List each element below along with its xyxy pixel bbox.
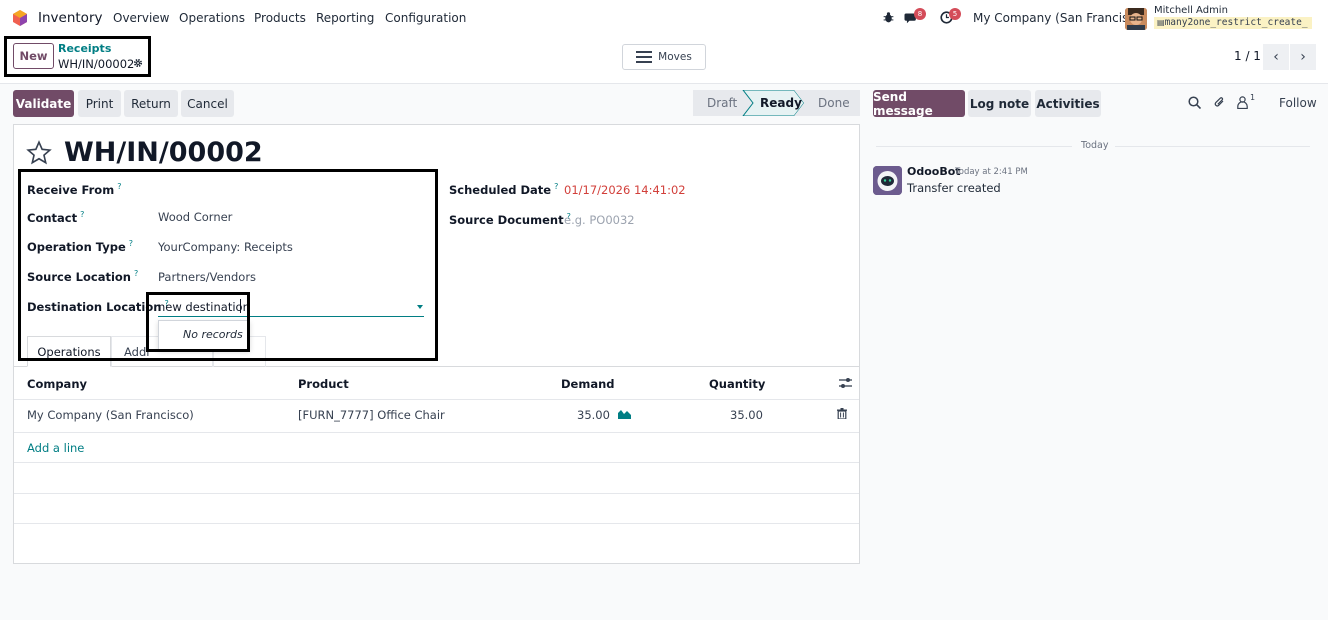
column-product[interactable]: Product: [298, 377, 349, 391]
breadcrumb-receipts[interactable]: Receipts: [58, 42, 111, 55]
gear-icon[interactable]: [133, 58, 143, 68]
header-divider: [14, 399, 859, 400]
pager-value[interactable]: 1 / 1: [1234, 49, 1261, 63]
message-time: Today at 2:41 PM: [955, 167, 1028, 177]
row-divider: [14, 523, 859, 524]
print-button[interactable]: Print: [78, 90, 121, 117]
help-icon[interactable]: ?: [117, 182, 121, 191]
company-switcher[interactable]: My Company (San Francisco): [973, 11, 1147, 25]
top-navbar: Inventory Overview Operations Products R…: [0, 0, 1328, 36]
message-body: Transfer created: [907, 181, 1001, 195]
menu-products[interactable]: Products: [254, 11, 306, 25]
source-document-input[interactable]: e.g. PO0032: [564, 213, 635, 227]
row-divider: [14, 462, 859, 463]
source-location-label: Source Location?: [27, 269, 139, 284]
cancel-button[interactable]: Cancel: [181, 90, 234, 117]
destination-input-underline: [158, 316, 424, 317]
row-company[interactable]: My Company (San Francisco): [27, 408, 194, 422]
stage-draft[interactable]: Draft: [707, 96, 737, 110]
list-icon: [636, 51, 653, 63]
database-icon: ▤: [1157, 18, 1165, 27]
destination-location-label: Destination Location?: [27, 299, 169, 314]
record-title: WH/IN/00002: [64, 137, 263, 168]
caret-down-icon[interactable]: [417, 305, 423, 309]
row-quantity[interactable]: 35.00: [730, 408, 763, 422]
database-name: ▤many2one_restrict_create_: [1154, 17, 1312, 29]
tab-operations[interactable]: Operations: [27, 336, 111, 367]
help-icon[interactable]: ?: [134, 269, 138, 278]
row-product[interactable]: [FURN_7777] Office Chair: [298, 408, 445, 422]
no-records-message: No records: [183, 328, 243, 341]
date-separator: Today: [1081, 140, 1109, 151]
contact-label: Contact?: [27, 210, 85, 225]
source-location-field[interactable]: Partners/Vendors: [158, 270, 256, 284]
operation-type-field[interactable]: YourCompany: Receipts: [158, 240, 293, 254]
app-name[interactable]: Inventory: [38, 10, 102, 26]
activities-badge: 5: [949, 8, 961, 20]
chevron-right-icon: ›: [1300, 49, 1306, 65]
pager-next-button[interactable]: ›: [1290, 44, 1316, 70]
follow-button[interactable]: Follow: [1279, 96, 1317, 110]
date-separator-line-right: [1115, 146, 1310, 147]
scheduled-date-label: Scheduled Date?: [449, 182, 559, 197]
return-button[interactable]: Return: [124, 90, 178, 117]
user-avatar[interactable]: [1125, 8, 1147, 30]
user-name[interactable]: Mitchell Admin: [1154, 5, 1228, 16]
help-icon[interactable]: ?: [129, 239, 133, 248]
column-company[interactable]: Company: [27, 377, 87, 391]
followers-icon[interactable]: [1237, 96, 1248, 109]
stage-ready[interactable]: Ready: [760, 96, 802, 110]
receive-from-label: Receive From?: [27, 182, 122, 197]
star-icon[interactable]: [26, 140, 52, 166]
optional-columns-icon[interactable]: [839, 377, 852, 389]
menu-reporting[interactable]: Reporting: [316, 11, 374, 25]
message-author[interactable]: OdooBot: [907, 165, 961, 178]
followers-count: 1: [1250, 93, 1256, 102]
paperclip-icon[interactable]: [1213, 96, 1226, 109]
row-divider: [14, 432, 859, 433]
destination-location-input[interactable]: new destination: [158, 300, 250, 314]
scheduled-date-field[interactable]: 01/17/2026 14:41:02: [564, 183, 686, 197]
column-demand[interactable]: Demand: [561, 377, 615, 391]
date-separator-line-left: [876, 146, 1072, 147]
database-name-text: many2one_restrict_create_: [1164, 17, 1308, 28]
text-cursor: [240, 299, 241, 313]
help-icon[interactable]: ?: [554, 182, 558, 191]
menu-overview[interactable]: Overview: [113, 11, 170, 25]
menu-operations[interactable]: Operations: [179, 11, 245, 25]
contact-field[interactable]: Wood Corner: [158, 210, 232, 224]
activities-button[interactable]: Activities: [1035, 90, 1101, 117]
menu-configuration[interactable]: Configuration: [385, 11, 466, 25]
source-document-label: Source Document?: [449, 212, 571, 227]
messages-badge: 8: [914, 8, 926, 20]
add-line-link[interactable]: Add a line: [27, 441, 84, 455]
stage-done[interactable]: Done: [818, 96, 850, 110]
moves-label: Moves: [658, 51, 692, 63]
log-note-button[interactable]: Log note: [968, 90, 1031, 117]
forecast-chart-icon[interactable]: [618, 408, 631, 419]
operation-type-label: Operation Type?: [27, 239, 134, 254]
moves-smart-button[interactable]: Moves: [622, 44, 706, 70]
new-button[interactable]: New: [13, 43, 54, 69]
inventory-app-icon[interactable]: [12, 10, 28, 26]
chevron-left-icon: ‹: [1273, 49, 1279, 65]
column-quantity[interactable]: Quantity: [709, 377, 765, 391]
breadcrumb-current: WH/IN/00002: [58, 57, 135, 71]
pager-previous-button[interactable]: ‹: [1263, 44, 1289, 70]
row-divider: [14, 493, 859, 494]
row-demand[interactable]: 35.00: [577, 408, 610, 422]
validate-button[interactable]: Validate: [13, 90, 74, 117]
help-icon[interactable]: ?: [80, 210, 84, 219]
send-message-button[interactable]: Send message: [873, 90, 965, 118]
odoobot-avatar[interactable]: [873, 166, 902, 195]
debug-bug-icon[interactable]: [882, 11, 895, 24]
trash-icon[interactable]: [837, 408, 847, 419]
search-icon[interactable]: [1188, 96, 1201, 109]
